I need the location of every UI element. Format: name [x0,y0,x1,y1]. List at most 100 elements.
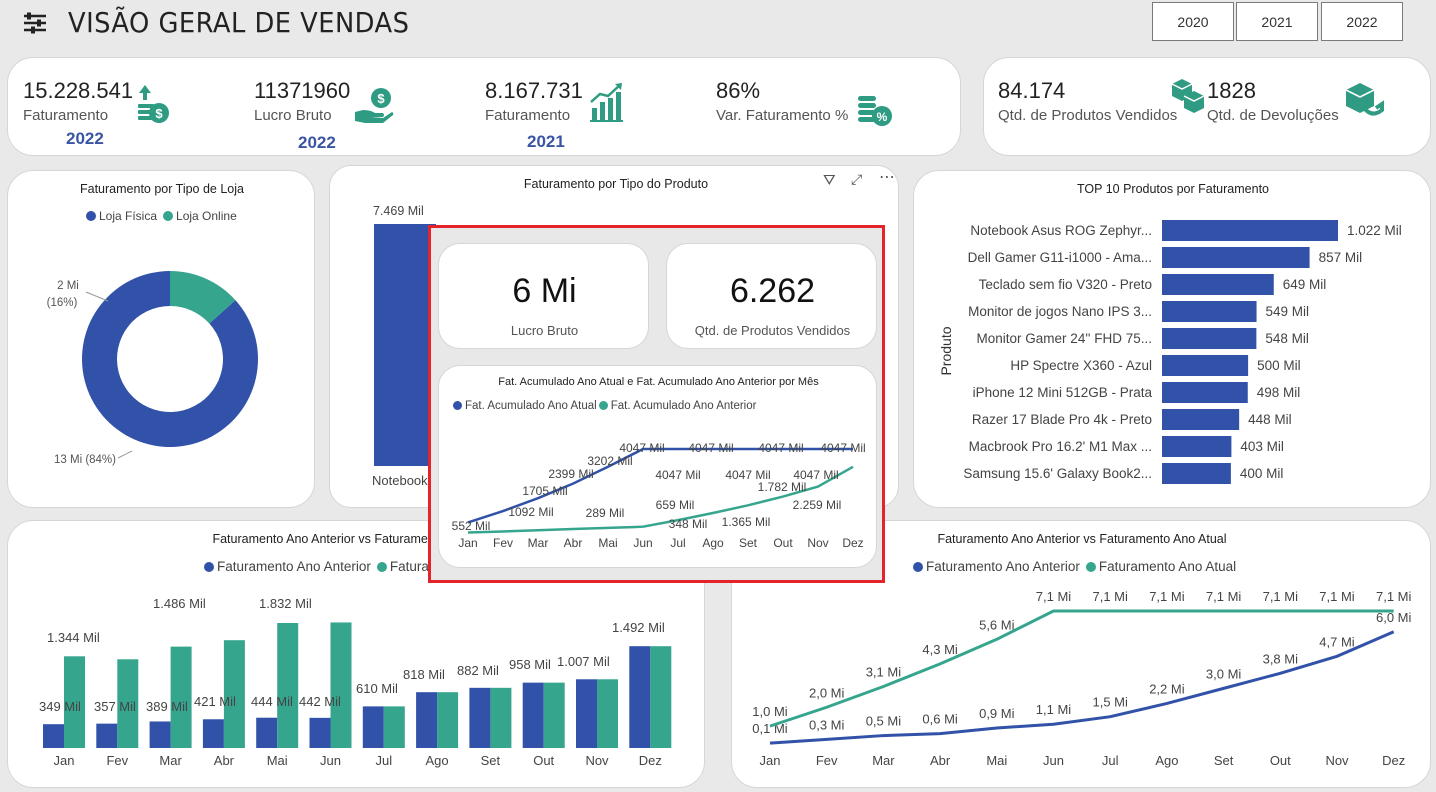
line-data-label: 7,1 Mi [1263,589,1299,604]
top10-bar[interactable] [1162,382,1248,403]
tipo-produto-bar[interactable] [374,224,436,466]
focus-mode-icon[interactable]: ⤢ [851,171,862,188]
bar-anterior[interactable] [576,679,597,748]
donut-chart: 2 Mi (16%) 13 Mi (84%) [47,271,258,466]
bar-anterior[interactable] [256,717,278,748]
bar-anterior[interactable] [202,719,224,748]
x-tick-label: Jun [320,753,341,768]
top10-value-label: 549 Mil [1266,304,1310,319]
filter-icon[interactable] [22,10,48,36]
top10-bar[interactable] [1162,220,1338,241]
x-tick-label: Jan [54,753,75,768]
x-tick-label: Set [481,753,501,768]
top10-bar[interactable] [1162,274,1274,295]
top10-bar[interactable] [1162,409,1240,430]
x-tick-label: Out [533,753,554,768]
top10-chart: Notebook Asus ROG Zephyr... 1.022 Mil Dell… [963,220,1402,484]
bar-anterior[interactable] [629,646,651,748]
overlay-data-label: 659 Mil [656,498,695,512]
kpi-year: 2022 [298,133,336,152]
top10-category-label: HP Spectre X360 - Azul [1010,358,1152,373]
overlay-data-label: 4047 Mil [820,441,865,455]
x-tick-label: Abr [214,753,235,768]
overlay-data-label: 1.782 Mil [758,480,807,494]
line-data-label: 5,6 Mi [979,617,1015,632]
top10-value-label: 500 Mil [1257,358,1301,373]
bar-anterior[interactable] [96,723,118,748]
bar-atual[interactable] [383,706,405,748]
bar-anterior[interactable] [149,721,171,748]
x-tick-label: Mai [986,753,1007,768]
top10-bar[interactable] [1162,463,1231,484]
money-up-icon: $ [136,83,170,132]
top10-category-label: Teclado sem fio V320 - Preto [979,277,1152,292]
top10-value-label: 403 Mil [1240,439,1284,454]
kpi-card-right: 84.174 Qtd. de Produtos Vendidos 1828 Qt… [983,57,1431,156]
top10-category-label: Dell Gamer G11-i1000 - Ama... [968,250,1152,265]
overlay-kpi-qtd: 6.262 Qtd. de Produtos Vendidos [666,243,877,349]
filter-visual-icon[interactable]: ⛛ [823,172,836,189]
kpi-faturamento-2021-label: Faturamento [485,107,571,124]
kpi-devolucoes-label: Qtd. de Devoluções [1207,107,1339,124]
year-button-2021[interactable]: 2021 [1236,2,1318,41]
x-tick-label: Jun [633,536,652,550]
x-tick-label: Dez [639,753,662,768]
overlay-data-label: 1705 Mil [522,484,567,498]
bar-data-label: 1.492 Mil [612,620,665,635]
bar-atual[interactable] [490,687,512,748]
bar-anterior[interactable] [469,687,491,748]
top10-bar[interactable] [1162,247,1310,268]
top10-bar[interactable] [1162,328,1257,349]
line-data-label: 3,1 Mi [866,664,902,679]
line-data-label: 3,0 Mi [1206,666,1242,681]
x-tick-label: Fev [106,753,128,768]
line-data-label: 4,7 Mi [1319,634,1355,649]
svg-text:%: % [877,110,888,124]
donut-label-small-pct: (16%) [47,297,78,309]
x-tick-label: Ago [426,753,449,768]
bar-atual[interactable] [277,623,299,748]
top10-bar[interactable] [1162,355,1249,376]
bar-anterior[interactable] [309,717,331,748]
top10-value-label: 548 Mil [1265,331,1309,346]
more-options-icon[interactable]: ⋯ [879,167,895,187]
overlay-data-label: 2399 Mil [548,467,593,481]
bar-atual[interactable] [543,682,565,748]
bar-anterior[interactable] [416,692,438,748]
top10-bar[interactable] [1162,436,1232,457]
bar-data-label: 610 Mil [356,681,398,696]
top10-category-label: Monitor Gamer 24'' FHD 75... [977,331,1152,346]
top10-category-label: Samsung 15.6' Galaxy Book2... [963,466,1152,481]
bar-anterior[interactable] [43,724,64,748]
top10-bar[interactable] [1162,301,1257,322]
bar-data-label: 442 Mil [299,694,341,709]
x-tick-label: Abr [564,536,583,550]
kpi-qtd-vendidos-label: Qtd. de Produtos Vendidos [998,107,1178,124]
overlay-line-chart: Jan Fev Mar Abr Mai Jun Jul Ago Set Out Nov Dez 552 … [452,441,866,550]
top10-value-label: 498 Mil [1257,385,1301,400]
x-tick-label: Nov [1325,753,1349,768]
year-button-2022[interactable]: 2022 [1321,2,1403,41]
hand-coin-icon: $ [353,86,395,131]
bar-atual[interactable] [170,646,192,748]
tipo-produto-title: Faturamento por Tipo do Produto [523,177,709,191]
x-tick-label: Mar [528,536,549,550]
year-button-2020[interactable]: 2020 [1152,2,1234,41]
line-data-label: 1,1 Mi [1036,702,1072,717]
top10-category-label: Razer 17 Blade Pro 4k - Preto [972,412,1152,427]
top10-category-label: iPhone 12 Mini 512GB - Prata [973,385,1153,400]
bar-anterior[interactable] [362,706,384,748]
bar-atual[interactable] [650,646,672,748]
x-tick-label: Mai [598,536,617,550]
kpi-faturamento-2022-label: Faturamento [23,107,109,124]
kpi-faturamento-2022-value: 15.228.541 [23,78,134,103]
overlay-data-label: 348 Mil [669,517,708,531]
bar-atual[interactable] [330,622,352,748]
line-data-label: 1,5 Mi [1092,695,1128,710]
x-tick-label: Set [1214,753,1234,768]
bar-anterior[interactable] [522,682,544,748]
line-series-anterior[interactable] [769,630,1395,745]
bar-atual[interactable] [597,679,618,748]
bar-atual[interactable] [437,692,459,748]
line-data-label: 0,3 Mi [809,717,845,732]
